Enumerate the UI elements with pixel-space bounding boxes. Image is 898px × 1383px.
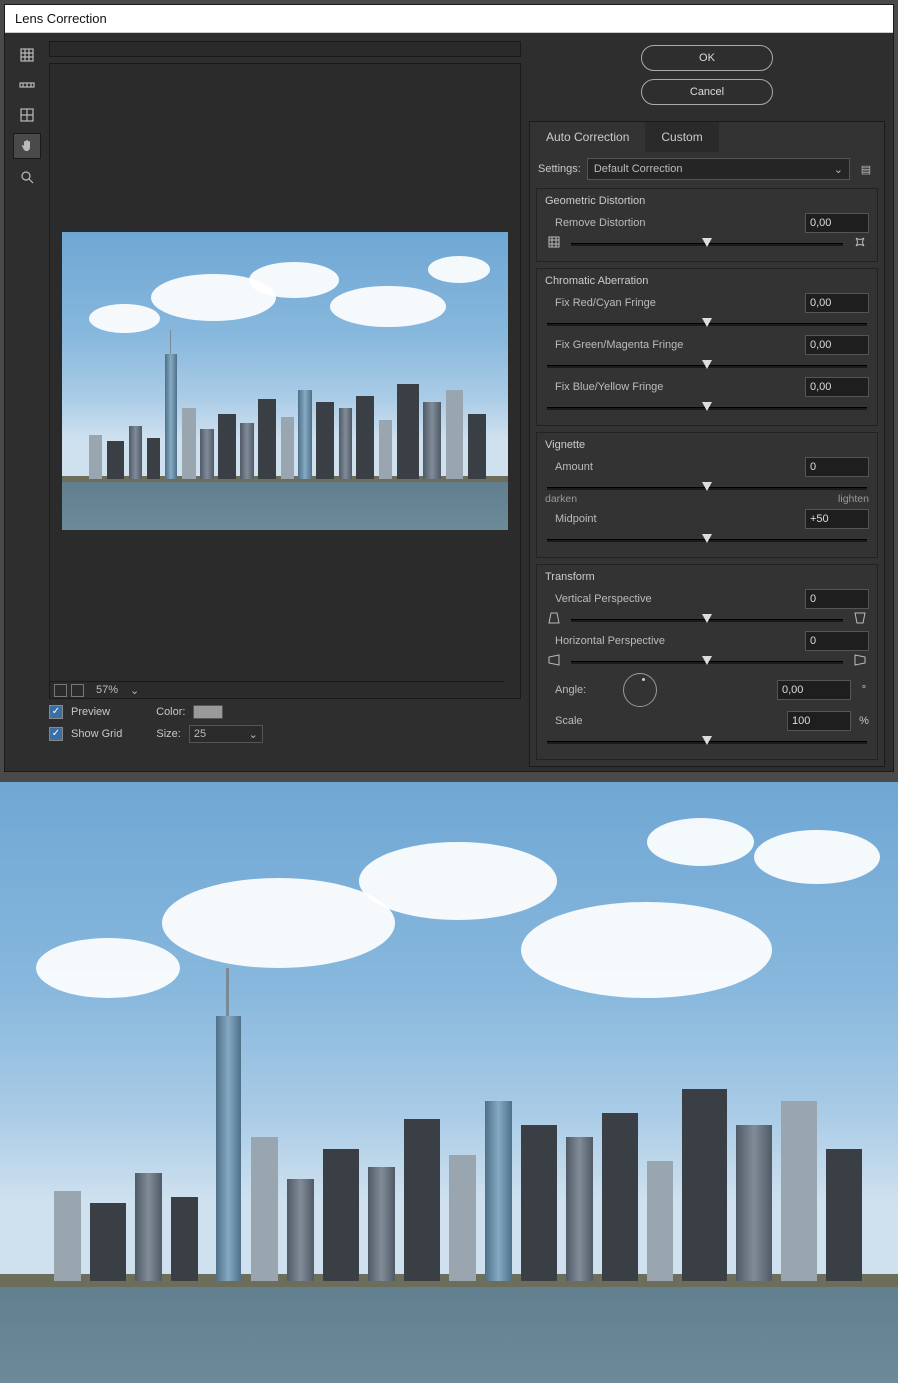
- scale-unit: %: [859, 715, 869, 727]
- grid-size-label: Size:: [156, 728, 180, 740]
- preview-checkbox[interactable]: ✓: [49, 705, 63, 719]
- straighten-tool-icon[interactable]: [14, 73, 40, 97]
- vpersp-top-icon: [545, 611, 563, 625]
- fix-green-magenta-input[interactable]: [805, 335, 869, 355]
- group-chromatic-aberration: Chromatic Aberration Fix Red/Cyan Fringe…: [536, 268, 878, 426]
- zoom-level[interactable]: 57%: [88, 684, 126, 696]
- remove-distortion-input[interactable]: [805, 213, 869, 233]
- vignette-amount-input[interactable]: [805, 457, 869, 477]
- fix-blue-yellow-slider[interactable]: [547, 401, 867, 415]
- angle-unit: °: [859, 684, 869, 696]
- vertical-perspective-label: Vertical Perspective: [545, 593, 797, 605]
- fix-red-cyan-input[interactable]: [805, 293, 869, 313]
- group-geometric-distortion: Geometric Distortion Remove Distortion: [536, 188, 878, 262]
- horizontal-perspective-input[interactable]: [805, 631, 869, 651]
- scale-label: Scale: [545, 715, 779, 727]
- vpersp-bottom-icon: [851, 611, 869, 625]
- preview-label: Preview: [71, 706, 110, 718]
- dialog-title: Lens Correction: [5, 5, 893, 33]
- canvas-bottom-bar: 57% ⌄: [50, 681, 504, 698]
- vignette-amount-label: Amount: [545, 461, 797, 473]
- vignette-midpoint-input[interactable]: [805, 509, 869, 529]
- result-image: [0, 782, 898, 1383]
- remove-distortion-label: Remove Distortion: [545, 217, 797, 229]
- zoom-dropdown-icon[interactable]: ⌄: [130, 684, 139, 697]
- fix-green-magenta-label: Fix Green/Magenta Fringe: [545, 339, 797, 351]
- vertical-perspective-input[interactable]: [805, 589, 869, 609]
- zoom-tool-icon[interactable]: [14, 165, 40, 189]
- fit-screen-icon[interactable]: [54, 684, 67, 697]
- settings-menu-icon[interactable]: ▤: [856, 163, 876, 176]
- grid-color-swatch[interactable]: [193, 705, 223, 719]
- scale-input[interactable]: [787, 711, 851, 731]
- remove-distortion-tool-icon[interactable]: [14, 43, 40, 67]
- remove-distortion-slider[interactable]: [571, 237, 843, 251]
- hpersp-right-icon: [851, 653, 869, 667]
- hand-tool-icon[interactable]: [13, 133, 41, 159]
- vertical-perspective-slider[interactable]: [571, 613, 843, 627]
- grid-color-label: Color:: [156, 706, 185, 718]
- pincushion-icon: [851, 235, 869, 249]
- vignette-midpoint-label: Midpoint: [545, 513, 797, 525]
- actual-pixels-icon[interactable]: [71, 684, 84, 697]
- hpersp-left-icon: [545, 653, 563, 667]
- preview-image: [62, 232, 508, 530]
- angle-label: Angle:: [545, 684, 615, 696]
- settings-label: Settings:: [538, 163, 581, 175]
- fix-blue-yellow-input[interactable]: [805, 377, 869, 397]
- angle-input[interactable]: [777, 680, 851, 700]
- fix-red-cyan-slider[interactable]: [547, 317, 867, 331]
- fix-red-cyan-label: Fix Red/Cyan Fringe: [545, 297, 797, 309]
- angle-knob[interactable]: [623, 673, 657, 707]
- group-transform: Transform Vertical Perspective Horizonta…: [536, 564, 878, 760]
- fix-blue-yellow-label: Fix Blue/Yellow Fringe: [545, 381, 797, 393]
- group-vignette: Vignette Amount darkenlighten Midpoint: [536, 432, 878, 558]
- horizontal-perspective-slider[interactable]: [571, 655, 843, 669]
- info-bar: [49, 41, 521, 57]
- cancel-button[interactable]: Cancel: [641, 79, 773, 105]
- horizontal-perspective-label: Horizontal Perspective: [545, 635, 797, 647]
- vignette-amount-slider[interactable]: [547, 481, 867, 495]
- toolbar: [13, 41, 41, 767]
- fix-green-magenta-slider[interactable]: [547, 359, 867, 373]
- preview-canvas[interactable]: 57% ⌄: [49, 63, 521, 699]
- show-grid-label: Show Grid: [71, 728, 122, 740]
- show-grid-checkbox[interactable]: ✓: [49, 727, 63, 741]
- vignette-midpoint-slider[interactable]: [547, 533, 867, 547]
- tab-custom[interactable]: Custom: [645, 122, 718, 152]
- scale-slider[interactable]: [547, 735, 867, 749]
- move-grid-tool-icon[interactable]: [14, 103, 40, 127]
- group-title: Geometric Distortion: [545, 195, 869, 207]
- settings-dropdown[interactable]: Default Correction⌄: [587, 158, 850, 180]
- ok-button[interactable]: OK: [641, 45, 773, 71]
- tab-auto-correction[interactable]: Auto Correction: [530, 122, 645, 152]
- grid-size-select[interactable]: 25⌄: [189, 725, 263, 743]
- lens-correction-dialog: Lens Correction: [4, 4, 894, 772]
- barrel-icon: [545, 235, 563, 249]
